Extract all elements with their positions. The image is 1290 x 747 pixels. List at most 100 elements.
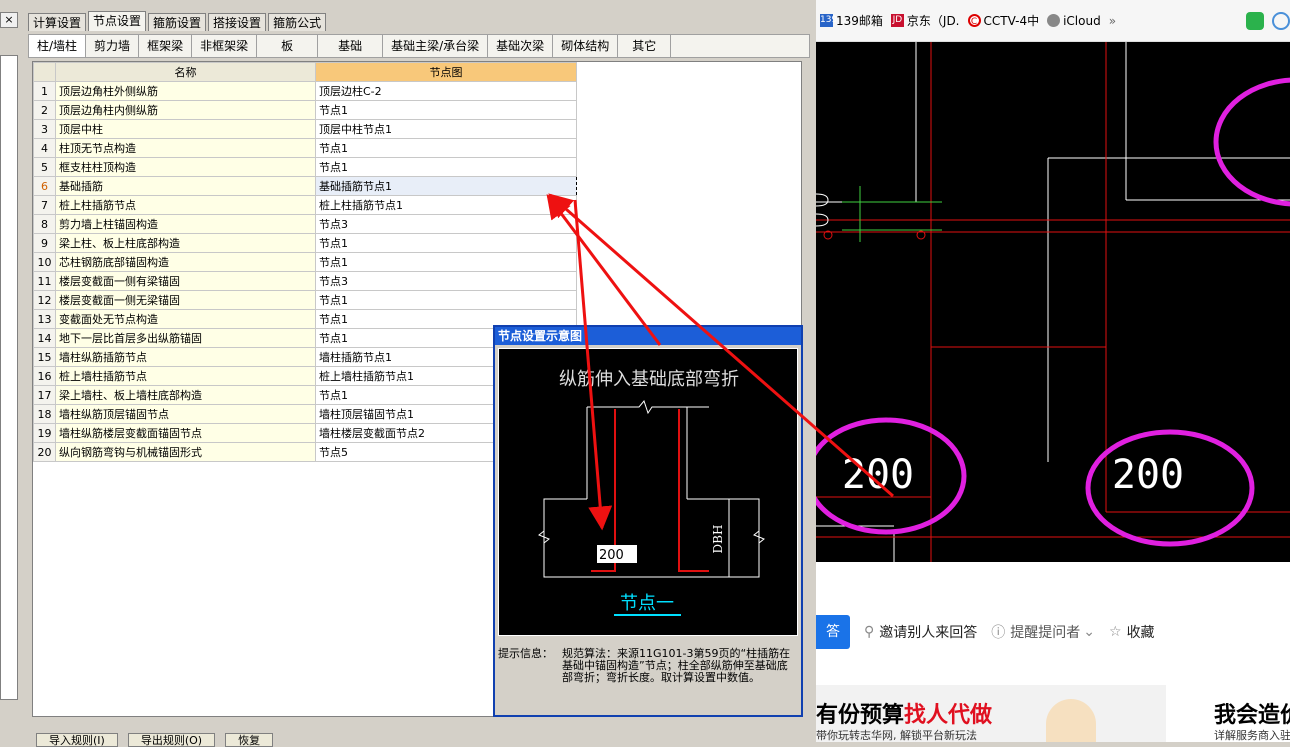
row-name: 基础插筋	[55, 176, 316, 196]
diagram-outline	[538, 399, 765, 578]
bottom-buttons: 导入规则(I) 导出规则(O) 恢复	[36, 733, 283, 747]
row-number: 8	[33, 214, 56, 234]
table-row[interactable]: 7 桩上柱插筋节点 桩上柱插筋节点1	[33, 195, 577, 215]
row-number: 12	[33, 290, 56, 310]
row-name: 变截面处无节点构造	[55, 309, 316, 329]
import-rules-button[interactable]: 导入规则(I)	[36, 733, 118, 747]
wechat-icon[interactable]	[1246, 11, 1264, 30]
row-name: 顶层边角柱内侧纵筋	[55, 100, 316, 120]
bookmarks-overflow-button[interactable]: »	[1109, 14, 1116, 28]
table-row[interactable]: 8 剪力墙上柱锚固构造 节点3	[33, 214, 577, 234]
ad-headline-red: 找人代做	[904, 703, 993, 728]
row-node-select[interactable]: 节点3	[315, 271, 577, 291]
row-number: 15	[33, 347, 56, 367]
close-icon[interactable]: ×	[0, 12, 18, 28]
row-name: 柱顶无节点构造	[55, 138, 316, 158]
left-dock-content	[0, 55, 18, 700]
node-label: 节点一	[620, 593, 674, 614]
ad2-headline: 我会造价	[1214, 703, 1290, 728]
subtab-slab[interactable]: 板	[257, 35, 319, 57]
subtab-foundation[interactable]: 基础	[318, 35, 384, 57]
row-node-select[interactable]: 节点1	[315, 290, 577, 310]
subtab-frame-beam[interactable]: 框架梁	[139, 35, 193, 57]
table-row[interactable]: 12 楼层变截面一侧无梁锚固 节点1	[33, 290, 577, 310]
bend-length-input[interactable]: 200	[599, 548, 624, 563]
hint-label: 提示信息：	[498, 647, 553, 660]
hint-info: 提示信息： 规范算法：来源11G101-3第59页的“柱插筋在基础中锚固构造”节…	[498, 648, 798, 684]
cad-svg: 200 200	[816, 42, 1290, 562]
row-node-select[interactable]: 节点1	[315, 138, 577, 158]
subtab-shear-wall[interactable]: 剪力墙	[86, 35, 140, 57]
row-node-select[interactable]: 桩上柱插筋节点1	[315, 195, 577, 215]
row-number: 6	[33, 176, 56, 196]
collect-link[interactable]: ☆ 收藏	[1109, 622, 1155, 642]
table-row[interactable]: 10 芯柱钢筋底部锚固构造 节点1	[33, 252, 577, 272]
subtab-foundation-beam[interactable]: 基础主梁/承台梁	[383, 35, 489, 57]
row-number: 11	[33, 271, 56, 291]
export-rules-button[interactable]: 导出规则(O)	[127, 733, 216, 747]
row-name: 桩上墙柱插筋节点	[55, 366, 316, 386]
table-row[interactable]: 9 梁上柱、板上柱底部构造 节点1	[33, 233, 577, 253]
row-name: 梁上墙柱、板上墙柱底部构造	[55, 385, 316, 405]
invite-answer-link[interactable]: ⚲ 邀请别人来回答	[864, 622, 977, 642]
answer-button[interactable]: 答	[816, 615, 850, 649]
row-name: 楼层变截面一侧有梁锚固	[55, 271, 316, 291]
row-name: 顶层中柱	[55, 119, 316, 139]
row-number: 19	[33, 423, 56, 443]
row-node-select[interactable]: 节点1	[315, 252, 577, 272]
subtab-masonry[interactable]: 砌体结构	[553, 35, 619, 57]
ad-find-someone[interactable]: 有份预算找人代做 带你玩转志华网, 解锁平台新玩法	[816, 685, 1166, 742]
subtab-nonframe-beam[interactable]: 非框架梁	[192, 35, 258, 57]
row-name: 梁上柱、板上柱底部构造	[55, 233, 316, 253]
tab-calc-settings[interactable]: 计算设置	[28, 13, 87, 31]
table-row[interactable]: 2 顶层边角柱内侧纵筋 节点1	[33, 100, 577, 120]
tab-stirrup-formula[interactable]: 箍筋公式	[268, 13, 327, 31]
table-row[interactable]: 6 基础插筋 基础插筋节点1	[33, 176, 577, 196]
table-row[interactable]: 5 框支柱柱顶构造 节点1	[33, 157, 577, 177]
extensions-area	[1246, 11, 1290, 30]
tab-node-settings[interactable]: 节点设置	[88, 11, 147, 31]
browser-window: 139 139邮箱 JD 京东（JD. C CCTV-4中 iCloud » 2…	[816, 0, 1290, 742]
bookmark-cctv[interactable]: C CCTV-4中	[967, 12, 1040, 29]
bookmark-label: 139邮箱	[836, 14, 883, 28]
table-row[interactable]: 4 柱顶无节点构造 节点1	[33, 138, 577, 158]
remind-asker-link[interactable]: ⓘ 提醒提问者 ⌄	[991, 622, 1095, 642]
row-name: 楼层变截面一侧无梁锚固	[55, 290, 316, 310]
bookmark-icloud[interactable]: iCloud	[1047, 14, 1101, 28]
row-number: 7	[33, 195, 56, 215]
bookmark-139mail[interactable]: 139 139邮箱	[820, 12, 883, 29]
subtab-foundation-secondary-beam[interactable]: 基础次梁	[488, 35, 554, 57]
extension-icon[interactable]	[1272, 11, 1290, 30]
diagram-svg: 纵筋伸入基础底部弯折 DBH 200 节点一	[538, 369, 765, 616]
tab-lap-settings[interactable]: 搭接设置	[208, 13, 267, 31]
ad-illustration	[1046, 699, 1096, 742]
mail-139-icon: 139	[820, 14, 838, 27]
subtab-other[interactable]: 其它	[618, 35, 672, 57]
remind-label: 提醒提问者	[1010, 625, 1081, 641]
row-node-select[interactable]: 基础插筋节点1	[315, 176, 577, 196]
tab-stirrup-settings[interactable]: 箍筋设置	[148, 13, 207, 31]
row-node-select[interactable]: 节点1	[315, 157, 577, 177]
row-node-select[interactable]: 节点1	[315, 100, 577, 120]
ad-cost-service[interactable]: 我会造价 详解服务商入驻	[1166, 685, 1290, 742]
bookmark-jd[interactable]: JD 京东（JD.	[890, 12, 960, 29]
row-node-select[interactable]: 顶层边柱C-2	[315, 81, 577, 101]
dbh-label: DBH	[711, 525, 725, 554]
row-node-select[interactable]: 节点3	[315, 214, 577, 234]
bookmark-label: CCTV-4中	[983, 14, 1040, 28]
row-node-select[interactable]: 顶层中柱节点1	[315, 119, 577, 139]
ad-banner: 有份预算找人代做 带你玩转志华网, 解锁平台新玩法 我会造价 详解服务商入驻	[816, 685, 1290, 742]
row-name: 桩上柱插筋节点	[55, 195, 316, 215]
table-row[interactable]: 3 顶层中柱 顶层中柱节点1	[33, 119, 577, 139]
row-number: 5	[33, 157, 56, 177]
row-node-select[interactable]: 节点1	[315, 233, 577, 253]
table-row[interactable]: 11 楼层变截面一侧有梁锚固 节点3	[33, 271, 577, 291]
subtab-column[interactable]: 柱/墙柱	[29, 35, 87, 57]
restore-button[interactable]: 恢复	[225, 733, 274, 747]
table-row[interactable]: 1 顶层边角柱外侧纵筋 顶层边柱C-2	[33, 81, 577, 101]
sub-tabs: 柱/墙柱 剪力墙 框架梁 非框架梁 板 基础 基础主梁/承台梁 基础次梁 砌体结…	[28, 34, 810, 58]
row-name: 地下一层比首层多出纵筋锚固	[55, 328, 316, 348]
ad-subtext: 带你玩转志华网, 解锁平台新玩法	[816, 729, 977, 742]
header-node: 节点图	[315, 62, 577, 82]
bookmark-label: iCloud	[1063, 13, 1101, 28]
